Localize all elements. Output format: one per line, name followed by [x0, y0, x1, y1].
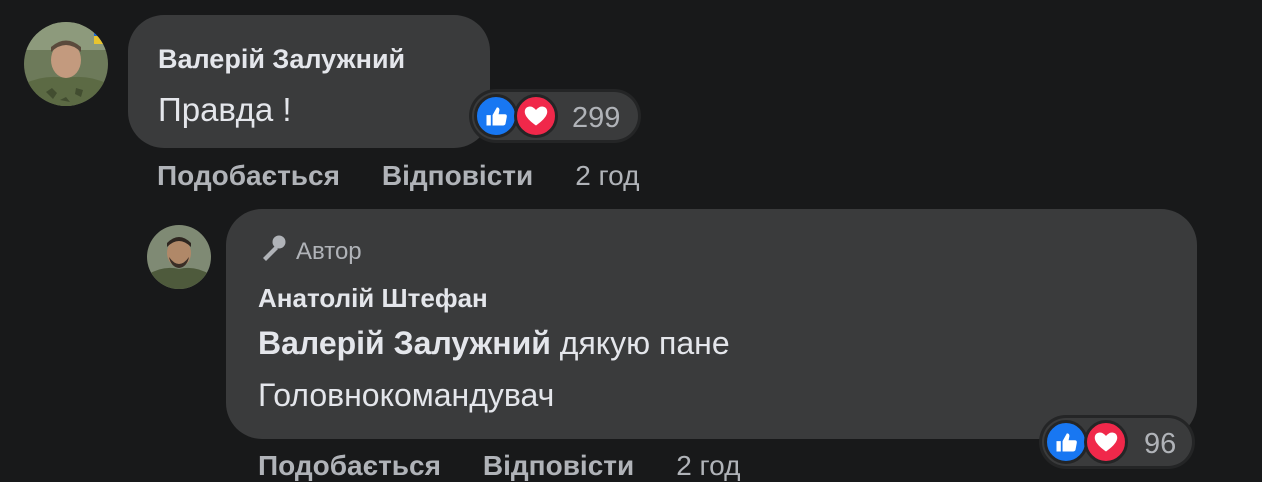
timestamp[interactable]: 2 год: [575, 160, 639, 191]
like-reaction: [474, 94, 518, 138]
reply-bubble: Автор Анатолій Штефан Валерій Залужний д…: [226, 209, 1197, 439]
reply-actions: Подобається Відповісти 2 год: [258, 450, 740, 482]
timestamp[interactable]: 2 год: [676, 450, 740, 481]
like-button[interactable]: Подобається: [157, 160, 340, 191]
comment-actions: Подобається Відповісти 2 год: [157, 160, 639, 192]
reply-text-line1: Валерій Залужний дякую пане: [258, 325, 730, 362]
reaction-count: 96: [1144, 428, 1177, 460]
reply-author-avatar[interactable]: [147, 225, 211, 289]
thumbs-up-icon: [1056, 433, 1077, 452]
mention-link[interactable]: Валерій Залужний: [258, 325, 551, 361]
microphone-icon: [263, 235, 286, 261]
heart-icon: [1094, 432, 1118, 452]
reply-reactions[interactable]: 96: [1042, 418, 1192, 466]
author-badge: Автор: [258, 233, 362, 266]
thumbs-up-icon: [486, 107, 507, 126]
heart-icon: [524, 106, 548, 126]
comment-author-name[interactable]: Валерій Залужний: [158, 44, 405, 75]
author-badge-label: Автор: [296, 238, 362, 265]
comment-reactions[interactable]: 299: [472, 92, 638, 140]
reply-author-name[interactable]: Анатолій Штефан: [258, 283, 488, 314]
love-reaction: [514, 94, 558, 138]
comment-bubble: Валерій Залужний Правда !: [128, 15, 490, 148]
reply-text-part: дякую пане: [550, 325, 730, 361]
love-reaction: [1084, 420, 1128, 464]
reply-button[interactable]: Відповісти: [382, 160, 533, 191]
commenter-avatar[interactable]: [24, 22, 108, 106]
comment-text: Правда !: [158, 91, 292, 128]
like-button[interactable]: Подобається: [258, 450, 441, 481]
like-reaction: [1044, 420, 1088, 464]
reply-text-line2: Головнокомандувач: [258, 377, 555, 413]
reaction-count: 299: [572, 102, 621, 134]
reply-button[interactable]: Відповісти: [483, 450, 634, 481]
